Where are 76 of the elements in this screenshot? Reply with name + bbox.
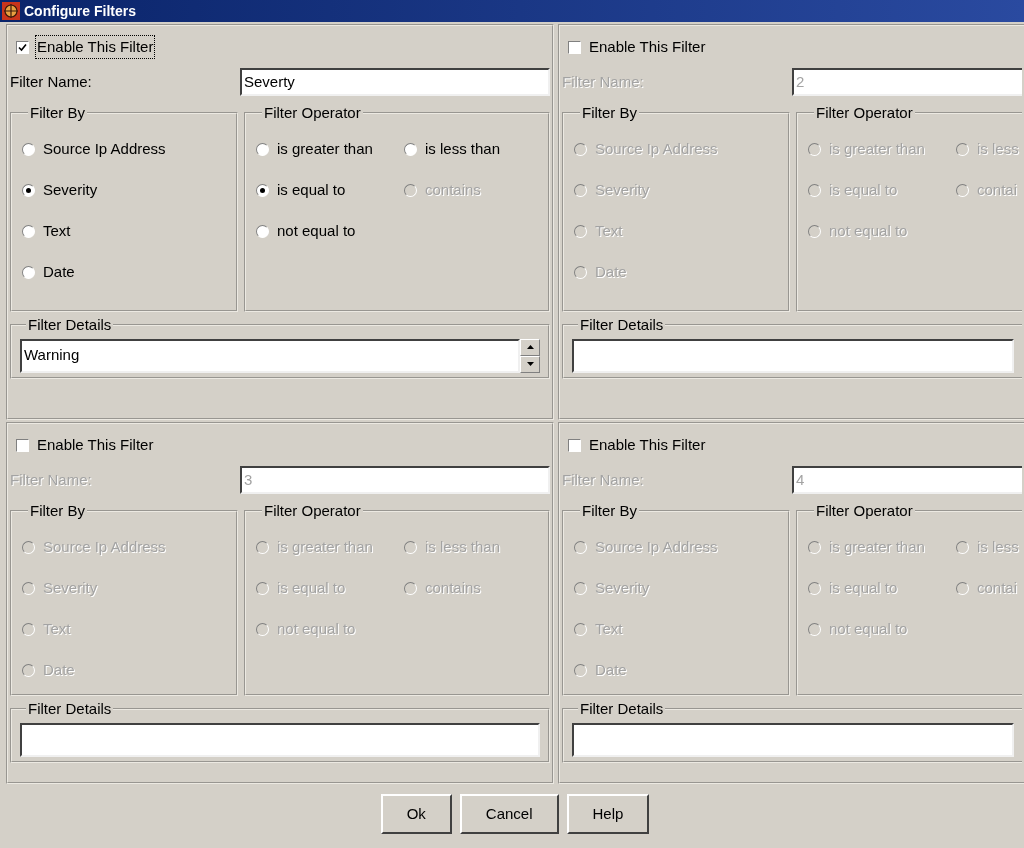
radio-button[interactable] <box>404 581 417 595</box>
checkbox-label[interactable]: Enable This Filter <box>35 34 156 60</box>
checkbox[interactable] <box>16 438 29 452</box>
filter-details-field[interactable] <box>20 722 540 757</box>
checkbox[interactable] <box>568 40 581 54</box>
radio-button[interactable] <box>574 224 587 238</box>
radio-button[interactable] <box>256 142 269 156</box>
radio-button[interactable] <box>574 622 587 636</box>
radio-button[interactable] <box>574 183 587 197</box>
group-title: Filter Details <box>579 315 665 335</box>
option-label: is equal to <box>277 179 346 200</box>
radio-button[interactable] <box>22 540 35 554</box>
group-title: Filter Details <box>27 315 113 335</box>
radio-button[interactable] <box>574 142 587 156</box>
group-title: Filter By <box>581 103 638 123</box>
radio-button[interactable] <box>808 540 821 554</box>
radio-button[interactable] <box>404 142 417 156</box>
dialog-button[interactable]: Help <box>566 794 650 834</box>
radio-button[interactable] <box>574 265 587 279</box>
radio-button[interactable] <box>22 581 35 595</box>
group-title: Filter Operator <box>815 103 914 123</box>
radio-button[interactable] <box>256 540 269 554</box>
radio-button[interactable] <box>808 142 821 156</box>
checkbox-label[interactable]: Enable This Filter <box>587 34 708 60</box>
filter-name-label: Filter Name: <box>10 71 93 92</box>
radio-button[interactable] <box>22 265 35 279</box>
radio-button[interactable] <box>574 581 587 595</box>
group-title: Filter Operator <box>263 103 362 123</box>
dialog-button[interactable]: Ok <box>380 794 452 834</box>
crosshair-icon <box>2 2 20 20</box>
radio-button[interactable] <box>22 142 35 156</box>
radio-button[interactable] <box>808 581 821 595</box>
checkbox[interactable] <box>16 40 29 54</box>
checkbox-label[interactable]: Enable This Filter <box>35 432 156 458</box>
radio-button[interactable] <box>808 622 821 636</box>
radio-button[interactable] <box>956 581 969 595</box>
radio-button[interactable] <box>404 540 417 554</box>
group-title: Filter Operator <box>815 501 914 521</box>
group-title: Filter Details <box>27 699 113 719</box>
option-label: Severity <box>43 179 98 200</box>
group-title: Filter By <box>29 501 86 521</box>
radio-button[interactable] <box>956 183 969 197</box>
filter-details-field[interactable] <box>572 338 1014 373</box>
group-title: Filter Operator <box>263 501 362 521</box>
filter-name-field[interactable]: Severty <box>240 68 550 96</box>
radio-button[interactable] <box>256 183 269 197</box>
checkbox-label[interactable]: Enable This Filter <box>587 432 708 458</box>
radio-button[interactable] <box>956 142 969 156</box>
radio-button[interactable] <box>256 622 269 636</box>
checkbox[interactable] <box>568 438 581 452</box>
radio-button[interactable] <box>256 224 269 238</box>
radio-button[interactable] <box>256 581 269 595</box>
dialog-button[interactable]: Cancel <box>459 794 559 834</box>
filter-details-field[interactable] <box>572 722 1014 757</box>
check-icon <box>18 42 27 52</box>
option-label: Source Ip Address <box>43 138 166 159</box>
radio-button[interactable] <box>574 540 587 554</box>
radio-button[interactable] <box>22 224 35 238</box>
window-title: Configure Filters <box>24 1 136 21</box>
radio-button[interactable] <box>808 224 821 238</box>
radio-button[interactable] <box>22 663 35 677</box>
group-title: Filter By <box>581 501 638 521</box>
option-label: is greater than <box>277 138 373 159</box>
radio-button[interactable] <box>808 183 821 197</box>
radio-button[interactable] <box>22 622 35 636</box>
radio-button[interactable] <box>574 663 587 677</box>
radio-button[interactable] <box>956 540 969 554</box>
radio-button[interactable] <box>22 183 35 197</box>
option-label: not equal to <box>277 220 356 241</box>
filter-details-field[interactable]: Warning <box>20 338 520 373</box>
spinner[interactable] <box>520 338 540 373</box>
group-title: Filter By <box>29 103 86 123</box>
group-title: Filter Details <box>579 699 665 719</box>
option-label: Text <box>43 220 71 241</box>
option-label: is less than <box>425 138 501 159</box>
option-label: Date <box>43 261 75 282</box>
